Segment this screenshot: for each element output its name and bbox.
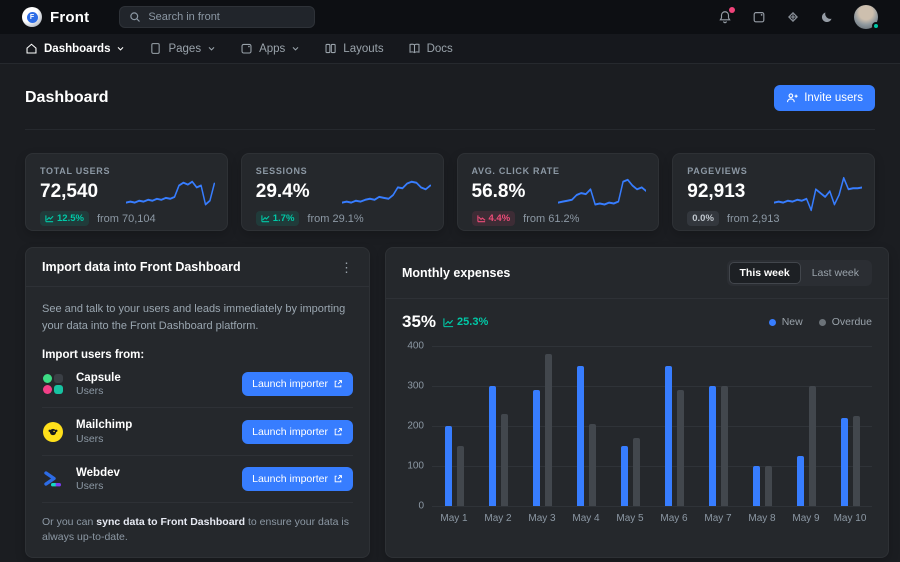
stat-from: from 2,913 [727, 213, 780, 225]
import-subheading: Import users from: [42, 349, 353, 361]
expenses-change: 25.3% [443, 316, 488, 328]
stats-row: TOTAL USERS 72,540 12.5% from 70,104 SES… [25, 153, 875, 231]
launch-importer-button[interactable]: Launch importer [242, 467, 353, 491]
webdev-logo-icon [42, 468, 64, 490]
brand-name: Front [50, 9, 89, 26]
stat-card-avg-click-rate[interactable]: AVG. CLICK RATE 56.8% 4.4% from 61.2% [457, 153, 660, 231]
online-status-dot [872, 22, 880, 30]
launch-importer-button[interactable]: Launch importer [242, 420, 353, 444]
layouts-icon [324, 42, 337, 55]
y-axis: 400 300 200 100 0 [402, 346, 432, 506]
status-badge: 0.0% [687, 211, 719, 226]
plot-area [432, 346, 872, 506]
nav-item-apps[interactable]: Apps [240, 42, 300, 55]
apps-icon [240, 42, 253, 55]
browser-icon[interactable] [752, 10, 766, 24]
external-link-icon [333, 379, 343, 389]
chevron-down-icon [207, 44, 216, 53]
nav-item-pages[interactable]: Pages [149, 42, 216, 55]
chevron-down-icon [291, 44, 300, 53]
stat-card-sessions[interactable]: SESSIONS 29.4% 1.7% from 29.1% [241, 153, 444, 231]
user-plus-icon [786, 92, 798, 104]
week-toggle: This week Last week [727, 260, 872, 286]
sync-data-link[interactable]: sync data to Front Dashboard [96, 516, 245, 528]
main-row: Import data into Front Dashboard ⋮ See a… [25, 247, 875, 558]
stat-card-pageviews[interactable]: PAGEVIEWS 92,913 0.0% from 2,913 [672, 153, 875, 231]
status-badge: 4.4% [472, 211, 516, 226]
topbar: F Front [0, 0, 900, 34]
front-logo-icon: F [22, 7, 42, 27]
home-icon [25, 42, 38, 55]
bell-icon[interactable] [718, 10, 732, 24]
invite-users-button[interactable]: Invite users [774, 85, 875, 111]
sparkline-chart [342, 172, 430, 216]
topbar-actions [718, 5, 878, 29]
monthly-expenses-card: Monthly expenses This week Last week 35%… [385, 247, 889, 558]
external-link-icon [333, 427, 343, 437]
import-row-mailchimp: Mailchimp Users Launch importer [42, 408, 353, 455]
search-input[interactable] [148, 11, 305, 23]
import-row-capsule: Capsule Users Launch importer [42, 361, 353, 408]
tab-last-week[interactable]: Last week [801, 262, 870, 284]
sparkline-chart [774, 172, 862, 216]
bar-group [621, 346, 640, 506]
chevron-down-icon [116, 44, 125, 53]
stat-card-total-users[interactable]: TOTAL USERS 72,540 12.5% from 70,104 [25, 153, 228, 231]
import-description: See and talk to your users and leads imm… [42, 301, 353, 334]
search-icon [129, 11, 141, 23]
import-footer: Or you can sync data to Front Dashboard … [42, 503, 353, 544]
status-badge: 12.5% [40, 211, 89, 226]
bar-group [753, 346, 772, 506]
components-icon[interactable] [786, 10, 800, 24]
page-title: Dashboard [25, 89, 109, 107]
expenses-bar-chart: 400 300 200 100 0 [402, 346, 872, 506]
brand-logo[interactable]: F Front [22, 7, 89, 27]
moon-icon[interactable] [820, 10, 834, 24]
bar-group [665, 346, 684, 506]
legend-item-new[interactable]: New [769, 316, 803, 328]
launch-importer-button[interactable]: Launch importer [242, 372, 353, 396]
bar-group [445, 346, 464, 506]
bar-group [577, 346, 596, 506]
trend-up-icon [45, 214, 54, 223]
docs-icon [408, 42, 421, 55]
import-data-card: Import data into Front Dashboard ⋮ See a… [25, 247, 370, 558]
sparkline-chart [126, 172, 214, 216]
trend-down-icon [477, 214, 486, 223]
notification-dot [729, 7, 735, 13]
nav-item-dashboards[interactable]: Dashboards [25, 42, 125, 55]
nav-item-docs[interactable]: Docs [408, 42, 453, 55]
more-options-icon[interactable]: ⋮ [340, 261, 353, 274]
tab-this-week[interactable]: This week [729, 262, 801, 284]
card-title: Monthly expenses [402, 266, 510, 280]
bar-group [533, 346, 552, 506]
legend-item-overdue[interactable]: Overdue [819, 316, 872, 328]
legend-dot [819, 319, 826, 326]
bar-group [709, 346, 728, 506]
external-link-icon [333, 474, 343, 484]
expenses-stat: 35% [402, 312, 436, 332]
page-icon [149, 42, 162, 55]
nav-item-layouts[interactable]: Layouts [324, 42, 383, 55]
mailchimp-logo-icon [42, 421, 64, 443]
bar-group [797, 346, 816, 506]
bar-group [489, 346, 508, 506]
main-nav: Dashboards Pages Apps Layouts Docs [0, 34, 900, 64]
sparkline-chart [558, 172, 646, 216]
x-axis: May 1 May 2 May 3 May 4 May 5 May 6 May … [432, 513, 872, 524]
global-search[interactable] [119, 6, 315, 28]
bars [432, 346, 872, 506]
legend-dot [769, 319, 776, 326]
chart-legend: New Overdue [769, 316, 872, 328]
import-row-webdev: Webdev Users Launch importer [42, 456, 353, 503]
page-header: Dashboard Invite users [25, 64, 875, 130]
card-title: Import data into Front Dashboard [42, 260, 241, 274]
trend-up-icon [261, 214, 270, 223]
avatar[interactable] [854, 5, 878, 29]
capsule-logo-icon [42, 373, 64, 395]
bar-group [841, 346, 860, 506]
trend-up-icon [443, 317, 454, 328]
status-badge: 1.7% [256, 211, 300, 226]
